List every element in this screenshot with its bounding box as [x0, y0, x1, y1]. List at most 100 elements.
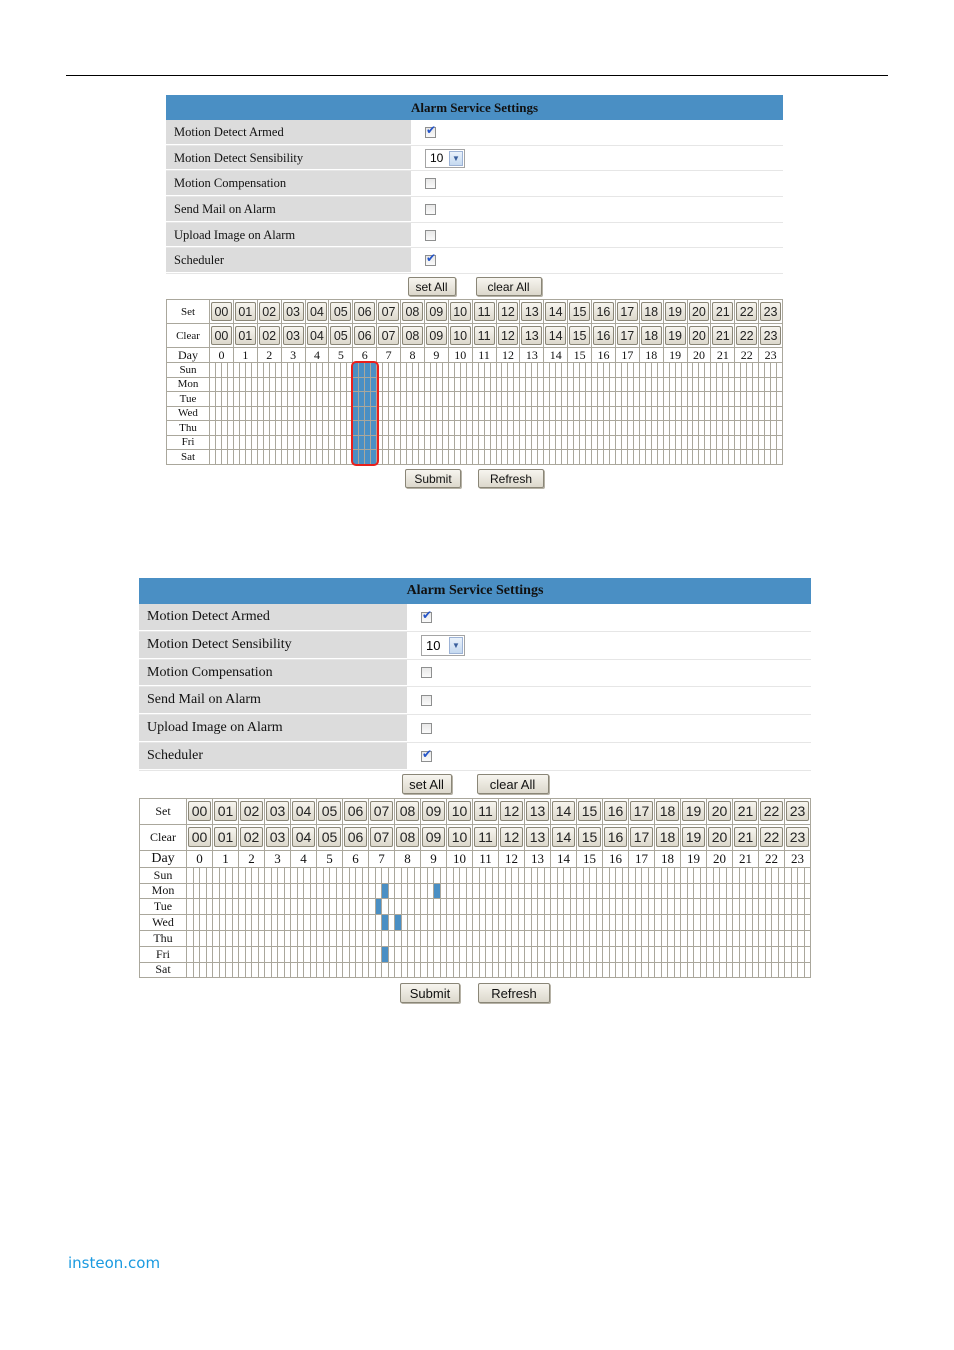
schedule-cell[interactable]: [776, 434, 783, 451]
clear-hour-10-button[interactable]: 10: [449, 326, 471, 346]
footer-insteon-link[interactable]: insteon.com: [68, 1254, 160, 1272]
scheduler-checkbox[interactable]: [425, 251, 436, 267]
schedule-cell[interactable]: [803, 914, 811, 931]
clear-hour-15-button[interactable]: 15: [578, 827, 601, 848]
set-hour-15-button[interactable]: 15: [569, 302, 590, 322]
clear-hour-04-button[interactable]: 04: [292, 827, 315, 848]
send-mail-on-alarm-checkbox[interactable]: [421, 695, 432, 707]
clear-hour-03-button[interactable]: 03: [282, 326, 304, 346]
clear-hour-18-button[interactable]: 18: [656, 827, 679, 848]
clear-hour-23-button[interactable]: 23: [786, 827, 809, 848]
clear-hour-09-button[interactable]: 09: [422, 827, 445, 848]
set-hour-23-button[interactable]: 23: [786, 801, 809, 822]
clear-hour-01-button[interactable]: 01: [214, 827, 237, 848]
set-hour-19-button[interactable]: 19: [664, 302, 686, 322]
clear-hour-20-button[interactable]: 20: [688, 326, 710, 346]
set-hour-12-button[interactable]: 12: [500, 801, 523, 822]
schedule-cell[interactable]: [803, 866, 811, 884]
set-hour-11-button[interactable]: 11: [474, 801, 497, 822]
clear-hour-13-button[interactable]: 13: [521, 326, 543, 346]
motion-compensation-checkbox[interactable]: [421, 667, 432, 679]
set-hour-01-button[interactable]: 01: [214, 801, 237, 822]
set-hour-05-button[interactable]: 05: [318, 801, 341, 822]
clear-hour-00-button[interactable]: 00: [188, 827, 211, 848]
set-hour-06-button[interactable]: 06: [344, 801, 367, 822]
schedule-cell[interactable]: [776, 420, 783, 436]
clear-hour-06-button[interactable]: 06: [354, 326, 376, 346]
set-hour-14-button[interactable]: 14: [552, 801, 575, 822]
clear-hour-03-button[interactable]: 03: [266, 827, 289, 848]
set-hour-17-button[interactable]: 17: [616, 302, 638, 322]
chevron-down-icon[interactable]: ▼: [449, 150, 463, 166]
clear-hour-17-button[interactable]: 17: [630, 827, 653, 848]
clear-hour-09-button[interactable]: 09: [425, 326, 447, 346]
clear-hour-10-button[interactable]: 10: [448, 827, 471, 848]
schedule-cell[interactable]: [803, 898, 811, 916]
clear-hour-20-button[interactable]: 20: [708, 827, 731, 848]
set-hour-00-button[interactable]: 00: [188, 801, 211, 822]
clear-hour-18-button[interactable]: 18: [640, 326, 662, 346]
clear-hour-12-button[interactable]: 12: [497, 326, 519, 346]
set-hour-16-button[interactable]: 16: [604, 801, 627, 822]
clear-hour-07-button[interactable]: 07: [370, 827, 393, 848]
set-hour-22-button[interactable]: 22: [736, 302, 758, 322]
motion-detect-armed-checkbox[interactable]: [421, 608, 432, 623]
set-hour-13-button[interactable]: 13: [521, 302, 543, 322]
set-hour-21-button[interactable]: 21: [734, 801, 757, 822]
schedule-cell[interactable]: [803, 961, 811, 979]
clear-hour-17-button[interactable]: 17: [616, 326, 638, 346]
send-mail-on-alarm-checkbox[interactable]: [425, 203, 436, 215]
clear-hour-13-button[interactable]: 13: [526, 827, 549, 848]
schedule-cell[interactable]: [803, 945, 811, 963]
upload-image-on-alarm-checkbox[interactable]: [421, 723, 432, 735]
motion-detect-sensibility-select[interactable]: 10 ▼: [421, 634, 465, 656]
set-hour-23-button[interactable]: 23: [760, 302, 781, 322]
upload-image-on-alarm-checkbox[interactable]: [425, 229, 436, 241]
schedule-cell[interactable]: [776, 449, 783, 465]
motion-detect-sensibility-select[interactable]: 10 ▼: [425, 148, 465, 168]
scheduler-checkbox[interactable]: [421, 747, 432, 762]
set-hour-21-button[interactable]: 21: [712, 302, 734, 322]
set-hour-09-button[interactable]: 09: [422, 801, 445, 822]
schedule-cell[interactable]: [776, 405, 783, 422]
clear-hour-14-button[interactable]: 14: [545, 326, 567, 346]
set-hour-20-button[interactable]: 20: [688, 302, 710, 322]
set-hour-04-button[interactable]: 04: [292, 801, 315, 822]
clear-hour-16-button[interactable]: 16: [604, 827, 627, 848]
set-hour-05-button[interactable]: 05: [330, 302, 352, 322]
set-hour-16-button[interactable]: 16: [593, 302, 614, 322]
set-hour-02-button[interactable]: 02: [258, 302, 280, 322]
motion-compensation-checkbox[interactable]: [425, 178, 436, 190]
schedule-cell[interactable]: [776, 376, 783, 393]
clear-hour-19-button[interactable]: 19: [664, 326, 686, 346]
set-hour-03-button[interactable]: 03: [266, 801, 289, 822]
set-hour-22-button[interactable]: 22: [760, 801, 783, 822]
submit-button[interactable]: Submit: [405, 469, 461, 489]
clear-all-button[interactable]: clear All: [476, 774, 549, 795]
set-hour-07-button[interactable]: 07: [370, 801, 393, 822]
set-hour-08-button[interactable]: 08: [396, 801, 419, 822]
set-hour-04-button[interactable]: 04: [306, 302, 328, 322]
clear-hour-12-button[interactable]: 12: [500, 827, 523, 848]
clear-hour-07-button[interactable]: 07: [378, 326, 399, 346]
clear-hour-08-button[interactable]: 08: [396, 827, 419, 848]
set-hour-09-button[interactable]: 09: [425, 302, 447, 322]
clear-hour-21-button[interactable]: 21: [734, 827, 757, 848]
set-all-button[interactable]: set All: [407, 277, 456, 297]
set-hour-11-button[interactable]: 11: [473, 302, 495, 322]
clear-hour-11-button[interactable]: 11: [474, 827, 497, 848]
chevron-down-icon[interactable]: ▼: [449, 636, 463, 654]
set-hour-03-button[interactable]: 03: [282, 302, 304, 322]
set-hour-10-button[interactable]: 10: [448, 801, 471, 822]
clear-hour-11-button[interactable]: 11: [473, 326, 495, 346]
clear-hour-01-button[interactable]: 01: [234, 326, 256, 346]
schedule-cell[interactable]: [776, 362, 783, 378]
clear-hour-00-button[interactable]: 00: [211, 326, 232, 346]
clear-all-button[interactable]: clear All: [475, 277, 542, 297]
set-hour-18-button[interactable]: 18: [640, 302, 662, 322]
motion-detect-armed-checkbox[interactable]: [425, 123, 436, 138]
set-hour-20-button[interactable]: 20: [708, 801, 731, 822]
set-hour-06-button[interactable]: 06: [354, 302, 376, 322]
submit-button[interactable]: Submit: [400, 983, 460, 1004]
clear-hour-16-button[interactable]: 16: [593, 326, 614, 346]
